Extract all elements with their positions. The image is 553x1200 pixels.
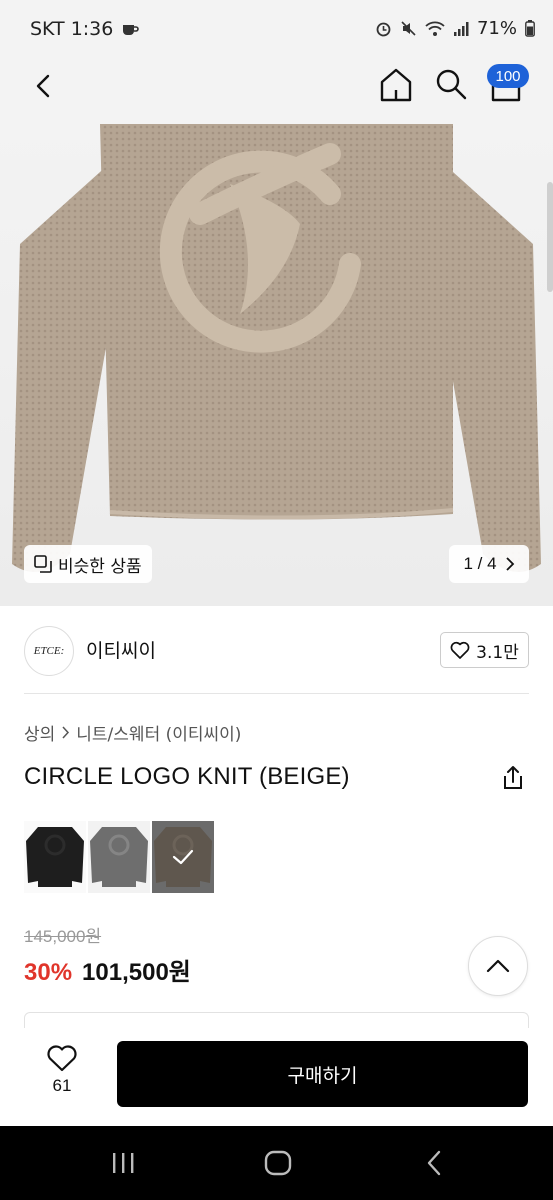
wishlist-button[interactable]: 61 [36, 1044, 88, 1108]
share-icon [504, 766, 522, 789]
app-header: 100 [0, 58, 553, 124]
bottom-action-bar: 61 구매하기 [0, 1028, 553, 1126]
mute-icon [401, 21, 416, 36]
brand-logo[interactable]: ETCE: [24, 626, 74, 676]
divider [24, 693, 529, 694]
home-nav-icon[interactable] [264, 1150, 292, 1176]
breadcrumb: 상의 니트/스웨터 (이티씨이) [24, 720, 241, 745]
buy-button[interactable]: 구매하기 [117, 1041, 528, 1107]
original-price: 145,000원 [24, 927, 102, 946]
check-icon [172, 849, 194, 865]
sweater-thumbnail [90, 827, 148, 887]
product-photo [12, 124, 541, 572]
brand-name[interactable]: 이티씨이 [86, 636, 156, 663]
wifi-icon [425, 21, 445, 36]
page-scrollbar[interactable] [547, 182, 553, 292]
image-pager-label: 1 / 4 [463, 554, 497, 573]
chevron-right-icon [505, 557, 514, 571]
alarm-icon [376, 22, 391, 37]
product-title: CIRCLE LOGO KNIT (BEIGE) [24, 763, 350, 790]
back-nav-icon[interactable] [424, 1150, 444, 1176]
chevron-right-icon [62, 726, 70, 739]
swatch-grey[interactable] [88, 821, 150, 893]
battery-percent: 71% [476, 18, 517, 39]
breadcrumb-subcategory[interactable]: 니트/스웨터 (이티씨이) [76, 720, 241, 745]
price-row: 30% 101,500원 [24, 952, 191, 987]
share-button[interactable] [497, 762, 529, 794]
heart-icon [450, 641, 470, 659]
status-time: SKT 1:36 [30, 18, 114, 40]
home-button[interactable] [378, 66, 414, 104]
brand-row: ETCE: 이티씨이 3.1만 [0, 606, 553, 694]
cart-count-badge: 100 [487, 64, 529, 88]
brand-like-count: 3.1만 [476, 642, 519, 663]
similar-products-label: 비슷한 상품 [58, 556, 142, 577]
chevron-up-icon [486, 959, 510, 973]
back-button[interactable] [26, 68, 62, 104]
signal-icon [453, 21, 469, 36]
color-swatches [24, 821, 214, 893]
sale-price: 101,500원 [82, 959, 191, 986]
copy-icon [34, 555, 52, 573]
coffee-icon [123, 25, 140, 35]
discount-rate: 30% [24, 959, 73, 986]
recent-apps-icon[interactable] [110, 1150, 136, 1176]
scroll-to-top-button[interactable] [468, 936, 528, 996]
image-pager[interactable]: 1 / 4 [449, 545, 529, 583]
home-icon [380, 68, 412, 102]
chevron-left-icon [36, 74, 50, 98]
wishlist-count: 61 [52, 1076, 72, 1095]
status-bar: SKT 1:36 71% [0, 0, 553, 58]
heart-icon [47, 1045, 77, 1072]
similar-products-button[interactable]: 비슷한 상품 [24, 545, 152, 583]
brand-like-button[interactable]: 3.1만 [440, 632, 529, 668]
swatch-black[interactable] [24, 821, 86, 893]
swatch-beige-selected[interactable] [152, 821, 214, 893]
system-nav-bar [0, 1126, 553, 1200]
search-button[interactable] [433, 66, 469, 102]
product-image-carousel[interactable] [0, 124, 553, 606]
search-icon [436, 69, 467, 100]
sweater-thumbnail [26, 827, 84, 887]
battery-icon [525, 20, 535, 37]
breadcrumb-category[interactable]: 상의 [24, 720, 55, 745]
